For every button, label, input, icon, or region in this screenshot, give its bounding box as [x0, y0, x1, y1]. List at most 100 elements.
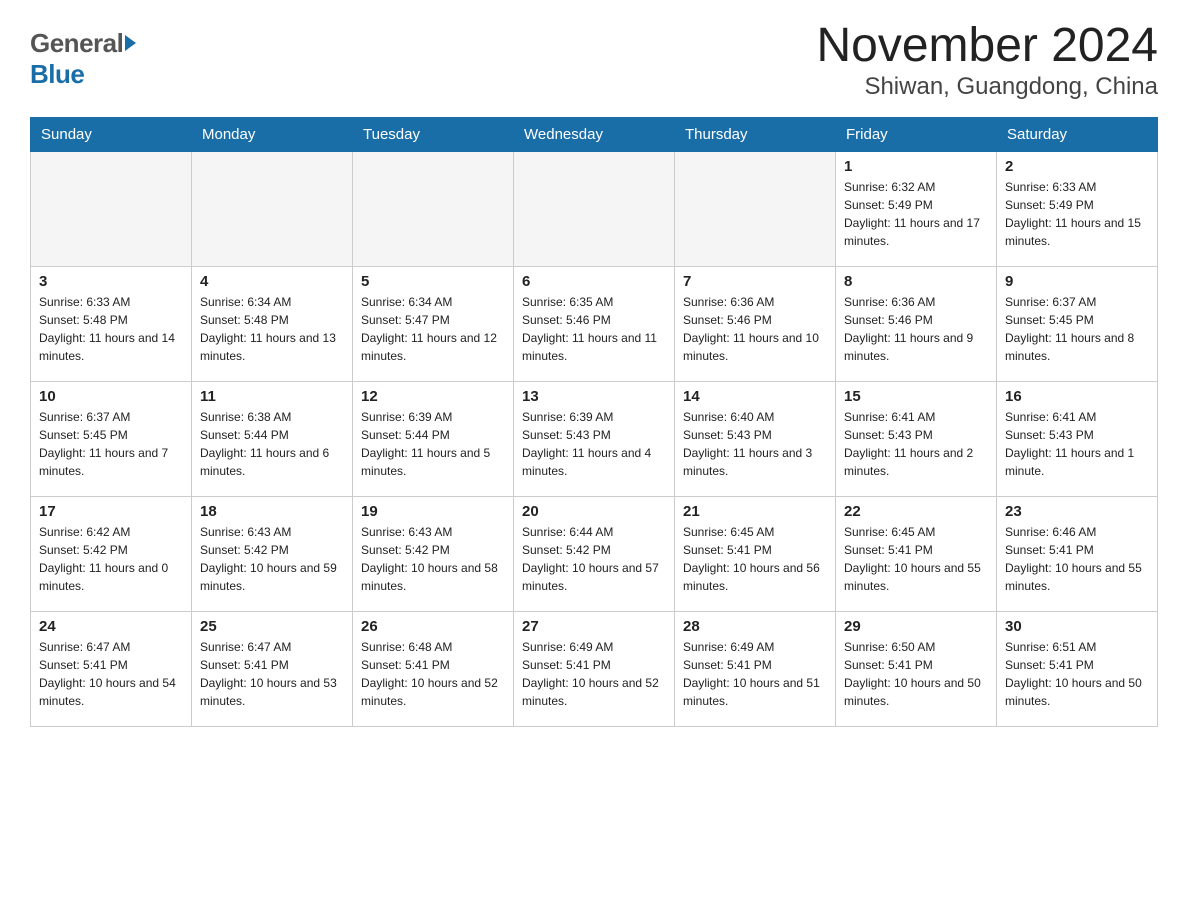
- header-tuesday: Tuesday: [353, 117, 514, 151]
- calendar-cell: 1Sunrise: 6:32 AMSunset: 5:49 PMDaylight…: [836, 151, 997, 266]
- calendar-cell: 10 Sunrise: 6:37 AMSunset: 5:45 PMDayligh…: [31, 381, 192, 496]
- logo-blue-text: Blue: [30, 59, 84, 89]
- day-info: Sunrise: 6:34 AMSunset: 5:47 PMDaylight:…: [361, 293, 505, 365]
- day-info: Sunrise: 6:36 AMSunset: 5:46 PMDaylight:…: [683, 293, 827, 365]
- day-info: Sunrise: 6:41 AMSunset: 5:43 PMDaylight:…: [1005, 408, 1149, 480]
- day-number: 9: [1005, 273, 1149, 290]
- day-info: Sunrise: 6:46 AMSunset: 5:41 PMDaylight:…: [1005, 523, 1149, 595]
- day-info: Sunrise: 6:36 AMSunset: 5:46 PMDaylight:…: [844, 293, 988, 365]
- calendar-cell: [675, 151, 836, 266]
- day-number: 6: [522, 273, 666, 290]
- logo-arrow-icon: [125, 35, 136, 51]
- calendar-week-row: 24 Sunrise: 6:47 AMSunset: 5:41 PMDayligh…: [31, 611, 1158, 726]
- day-info: Sunrise: 6:39 AMSunset: 5:43 PMDaylight:…: [522, 408, 666, 480]
- calendar-cell: 30 Sunrise: 6:51 AMSunset: 5:41 PMDayligh…: [997, 611, 1158, 726]
- day-number: 14: [683, 388, 827, 405]
- calendar-week-row: 10 Sunrise: 6:37 AMSunset: 5:45 PMDayligh…: [31, 381, 1158, 496]
- day-number: 5: [361, 273, 505, 290]
- calendar-cell: 20Sunrise: 6:44 AMSunset: 5:42 PMDayligh…: [514, 496, 675, 611]
- calendar-cell: [31, 151, 192, 266]
- location-title: Shiwan, Guangdong, China: [816, 73, 1158, 101]
- day-number: 23: [1005, 503, 1149, 520]
- day-number: 12: [361, 388, 505, 405]
- page-header: General Blue November 2024 Shiwan, Guang…: [30, 20, 1158, 101]
- day-info: Sunrise: 6:37 AMSunset: 5:45 PMDaylight:…: [39, 408, 183, 480]
- calendar-cell: 22Sunrise: 6:45 AMSunset: 5:41 PMDayligh…: [836, 496, 997, 611]
- day-info: Sunrise: 6:43 AMSunset: 5:42 PMDaylight:…: [361, 523, 505, 595]
- day-info: Sunrise: 6:42 AMSunset: 5:42 PMDaylight:…: [39, 523, 183, 595]
- day-info: Sunrise: 6:39 AMSunset: 5:44 PMDaylight:…: [361, 408, 505, 480]
- logo: General Blue: [30, 20, 136, 98]
- day-number: 10: [39, 388, 183, 405]
- calendar-cell: 27 Sunrise: 6:49 AMSunset: 5:41 PMDayligh…: [514, 611, 675, 726]
- calendar-cell: 11Sunrise: 6:38 AMSunset: 5:44 PMDayligh…: [192, 381, 353, 496]
- calendar-cell: 16Sunrise: 6:41 AMSunset: 5:43 PMDayligh…: [997, 381, 1158, 496]
- calendar-cell: [192, 151, 353, 266]
- day-number: 30: [1005, 618, 1149, 635]
- calendar-cell: [353, 151, 514, 266]
- calendar-cell: 21 Sunrise: 6:45 AMSunset: 5:41 PMDayligh…: [675, 496, 836, 611]
- calendar-cell: 18 Sunrise: 6:43 AMSunset: 5:42 PMDayligh…: [192, 496, 353, 611]
- day-info: Sunrise: 6:48 AMSunset: 5:41 PMDaylight:…: [361, 638, 505, 710]
- day-info: Sunrise: 6:41 AMSunset: 5:43 PMDaylight:…: [844, 408, 988, 480]
- calendar-cell: 24 Sunrise: 6:47 AMSunset: 5:41 PMDayligh…: [31, 611, 192, 726]
- calendar-cell: 7Sunrise: 6:36 AMSunset: 5:46 PMDaylight…: [675, 266, 836, 381]
- day-number: 28: [683, 618, 827, 635]
- day-number: 8: [844, 273, 988, 290]
- calendar-cell: 25 Sunrise: 6:47 AMSunset: 5:41 PMDayligh…: [192, 611, 353, 726]
- day-info: Sunrise: 6:37 AMSunset: 5:45 PMDaylight:…: [1005, 293, 1149, 365]
- calendar-cell: 14 Sunrise: 6:40 AMSunset: 5:43 PMDayligh…: [675, 381, 836, 496]
- calendar-cell: 26 Sunrise: 6:48 AMSunset: 5:41 PMDayligh…: [353, 611, 514, 726]
- header-wednesday: Wednesday: [514, 117, 675, 151]
- day-number: 3: [39, 273, 183, 290]
- day-info: Sunrise: 6:33 AMSunset: 5:48 PMDaylight:…: [39, 293, 183, 365]
- day-number: 21: [683, 503, 827, 520]
- day-number: 19: [361, 503, 505, 520]
- calendar-cell: 15 Sunrise: 6:41 AMSunset: 5:43 PMDayligh…: [836, 381, 997, 496]
- calendar-cell: 9 Sunrise: 6:37 AMSunset: 5:45 PMDaylight…: [997, 266, 1158, 381]
- day-info: Sunrise: 6:44 AMSunset: 5:42 PMDaylight:…: [522, 523, 666, 595]
- day-number: 25: [200, 618, 344, 635]
- day-number: 4: [200, 273, 344, 290]
- logo-line1: General: [30, 28, 136, 59]
- day-info: Sunrise: 6:40 AMSunset: 5:43 PMDaylight:…: [683, 408, 827, 480]
- header-saturday: Saturday: [997, 117, 1158, 151]
- logo-line2: Blue: [30, 59, 136, 90]
- day-number: 18: [200, 503, 344, 520]
- day-number: 2: [1005, 158, 1149, 175]
- calendar-week-row: 17 Sunrise: 6:42 AMSunset: 5:42 PMDayligh…: [31, 496, 1158, 611]
- day-info: Sunrise: 6:47 AMSunset: 5:41 PMDaylight:…: [200, 638, 344, 710]
- calendar-cell: 29 Sunrise: 6:50 AMSunset: 5:41 PMDayligh…: [836, 611, 997, 726]
- day-number: 29: [844, 618, 988, 635]
- day-info: Sunrise: 6:49 AMSunset: 5:41 PMDaylight:…: [522, 638, 666, 710]
- calendar-cell: 23 Sunrise: 6:46 AMSunset: 5:41 PMDayligh…: [997, 496, 1158, 611]
- day-number: 26: [361, 618, 505, 635]
- calendar-week-row: 3 Sunrise: 6:33 AMSunset: 5:48 PMDaylight…: [31, 266, 1158, 381]
- day-info: Sunrise: 6:45 AMSunset: 5:41 PMDaylight:…: [683, 523, 827, 595]
- header-thursday: Thursday: [675, 117, 836, 151]
- calendar-cell: 28 Sunrise: 6:49 AMSunset: 5:41 PMDayligh…: [675, 611, 836, 726]
- calendar-cell: 3 Sunrise: 6:33 AMSunset: 5:48 PMDaylight…: [31, 266, 192, 381]
- day-info: Sunrise: 6:49 AMSunset: 5:41 PMDaylight:…: [683, 638, 827, 710]
- day-info: Sunrise: 6:38 AMSunset: 5:44 PMDaylight:…: [200, 408, 344, 480]
- day-info: Sunrise: 6:45 AMSunset: 5:41 PMDaylight:…: [844, 523, 988, 595]
- title-area: November 2024 Shiwan, Guangdong, China: [816, 20, 1158, 101]
- header-sunday: Sunday: [31, 117, 192, 151]
- day-number: 17: [39, 503, 183, 520]
- calendar-cell: [514, 151, 675, 266]
- day-number: 27: [522, 618, 666, 635]
- day-info: Sunrise: 6:43 AMSunset: 5:42 PMDaylight:…: [200, 523, 344, 595]
- day-info: Sunrise: 6:47 AMSunset: 5:41 PMDaylight:…: [39, 638, 183, 710]
- calendar-cell: 4Sunrise: 6:34 AMSunset: 5:48 PMDaylight…: [192, 266, 353, 381]
- day-info: Sunrise: 6:50 AMSunset: 5:41 PMDaylight:…: [844, 638, 988, 710]
- day-info: Sunrise: 6:51 AMSunset: 5:41 PMDaylight:…: [1005, 638, 1149, 710]
- calendar-cell: 19 Sunrise: 6:43 AMSunset: 5:42 PMDayligh…: [353, 496, 514, 611]
- calendar-table: SundayMondayTuesdayWednesdayThursdayFrid…: [30, 117, 1158, 727]
- calendar-cell: 17 Sunrise: 6:42 AMSunset: 5:42 PMDayligh…: [31, 496, 192, 611]
- day-info: Sunrise: 6:33 AMSunset: 5:49 PMDaylight:…: [1005, 178, 1149, 250]
- calendar-cell: 12 Sunrise: 6:39 AMSunset: 5:44 PMDayligh…: [353, 381, 514, 496]
- day-info: Sunrise: 6:35 AMSunset: 5:46 PMDaylight:…: [522, 293, 666, 365]
- calendar-cell: 2 Sunrise: 6:33 AMSunset: 5:49 PMDaylight…: [997, 151, 1158, 266]
- day-number: 24: [39, 618, 183, 635]
- day-number: 15: [844, 388, 988, 405]
